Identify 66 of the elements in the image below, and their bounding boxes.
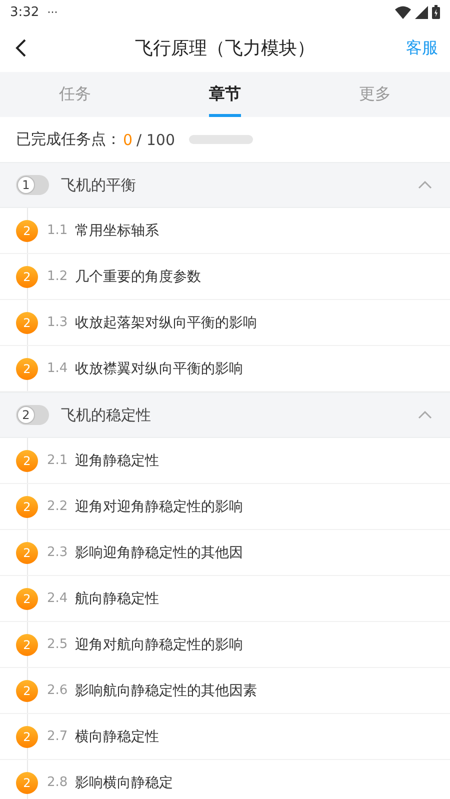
lesson-index: 2.6 xyxy=(47,683,69,698)
task-count-badge: 2 xyxy=(16,772,38,794)
tab[interactable]: 章节 xyxy=(209,72,241,117)
lesson-row[interactable]: 2 1.3 收放起落架对纵向平衡的影响 xyxy=(0,300,450,346)
lesson-index: 1.1 xyxy=(47,223,69,238)
task-count-badge: 2 xyxy=(16,542,38,564)
lesson-row[interactable]: 2 2.1 迎角静稳定性 xyxy=(0,438,450,484)
lesson-row[interactable]: 2 2.5 迎角对航向静稳定性的影响 xyxy=(0,622,450,668)
lesson-index: 2.3 xyxy=(47,545,69,560)
chapter-number: 2 xyxy=(17,406,35,424)
lesson-index: 2.5 xyxy=(47,637,69,652)
lesson-title: 常用坐标轴系 xyxy=(75,222,159,240)
task-count-badge: 2 xyxy=(16,312,38,334)
lesson-row[interactable]: 2 1.1 常用坐标轴系 xyxy=(0,208,450,254)
notification-dots: ··· xyxy=(47,6,58,18)
lesson-title: 航向静稳定性 xyxy=(75,590,159,608)
chapter-header[interactable]: 2 飞机的稳定性 xyxy=(0,392,450,438)
back-icon[interactable] xyxy=(15,38,27,58)
lesson-row[interactable]: 2 1.2 几个重要的角度参数 xyxy=(0,254,450,300)
lesson-row[interactable]: 2 2.4 航向静稳定性 xyxy=(0,576,450,622)
chapter-toggle[interactable]: 1 xyxy=(16,175,49,195)
progress-label: 已完成任务点： xyxy=(16,130,121,149)
task-count-badge: 2 xyxy=(16,266,38,288)
lesson-index: 2.7 xyxy=(47,729,69,744)
task-count-badge: 2 xyxy=(16,358,38,380)
lesson-title: 横向静稳定性 xyxy=(75,728,159,746)
lesson-title: 收放襟翼对纵向平衡的影响 xyxy=(75,360,243,378)
lesson-index: 1.2 xyxy=(47,269,69,284)
lesson-title: 迎角对迎角静稳定性的影响 xyxy=(75,498,243,516)
chapter-header[interactable]: 1 飞机的平衡 xyxy=(0,162,450,208)
lesson-index: 1.4 xyxy=(47,361,69,376)
lesson-index: 2.4 xyxy=(47,591,69,606)
lesson-title: 影响航向静稳定性的其他因素 xyxy=(75,682,257,700)
lesson-row[interactable]: 2 2.8 影响横向静稳定 xyxy=(0,760,450,799)
lesson-row[interactable]: 2 2.6 影响航向静稳定性的其他因素 xyxy=(0,668,450,714)
task-count-badge: 2 xyxy=(16,450,38,472)
chapter-number: 1 xyxy=(17,176,35,194)
status-time: 3:32 xyxy=(10,4,40,20)
task-count-badge: 2 xyxy=(16,496,38,518)
progress-done: 0 xyxy=(123,130,133,148)
lesson-title: 收放起落架对纵向平衡的影响 xyxy=(75,314,257,332)
task-count-badge: 2 xyxy=(16,588,38,610)
lesson-title: 影响横向静稳定 xyxy=(75,774,173,792)
wifi-icon xyxy=(395,6,411,18)
lesson-index: 1.3 xyxy=(47,315,69,330)
lesson-title: 迎角对航向静稳定性的影响 xyxy=(75,636,243,654)
battery-icon xyxy=(432,5,440,19)
lesson-row[interactable]: 2 2.3 影响迎角静稳定性的其他因 xyxy=(0,530,450,576)
lesson-title: 迎角静稳定性 xyxy=(75,452,159,470)
lesson-index: 2.2 xyxy=(47,499,69,514)
lesson-row[interactable]: 2 2.2 迎角对迎角静稳定性的影响 xyxy=(0,484,450,530)
chapter-title: 飞机的平衡 xyxy=(61,176,136,194)
task-count-badge: 2 xyxy=(16,726,38,748)
task-count-badge: 2 xyxy=(16,220,38,242)
signal-icon xyxy=(415,6,428,18)
chapter-title: 飞机的稳定性 xyxy=(61,406,151,424)
task-count-badge: 2 xyxy=(16,680,38,702)
lesson-title: 影响迎角静稳定性的其他因 xyxy=(75,544,243,562)
lesson-index: 2.1 xyxy=(47,453,69,468)
lesson-row[interactable]: 2 2.7 横向静稳定性 xyxy=(0,714,450,760)
lesson-title: 几个重要的角度参数 xyxy=(75,268,201,286)
task-count-badge: 2 xyxy=(16,634,38,656)
progress-total: / 100 xyxy=(136,130,175,148)
page-title: 飞行原理（飞力模块） xyxy=(135,37,315,60)
lesson-index: 2.8 xyxy=(47,775,69,790)
chapter-toggle[interactable]: 2 xyxy=(16,405,49,425)
